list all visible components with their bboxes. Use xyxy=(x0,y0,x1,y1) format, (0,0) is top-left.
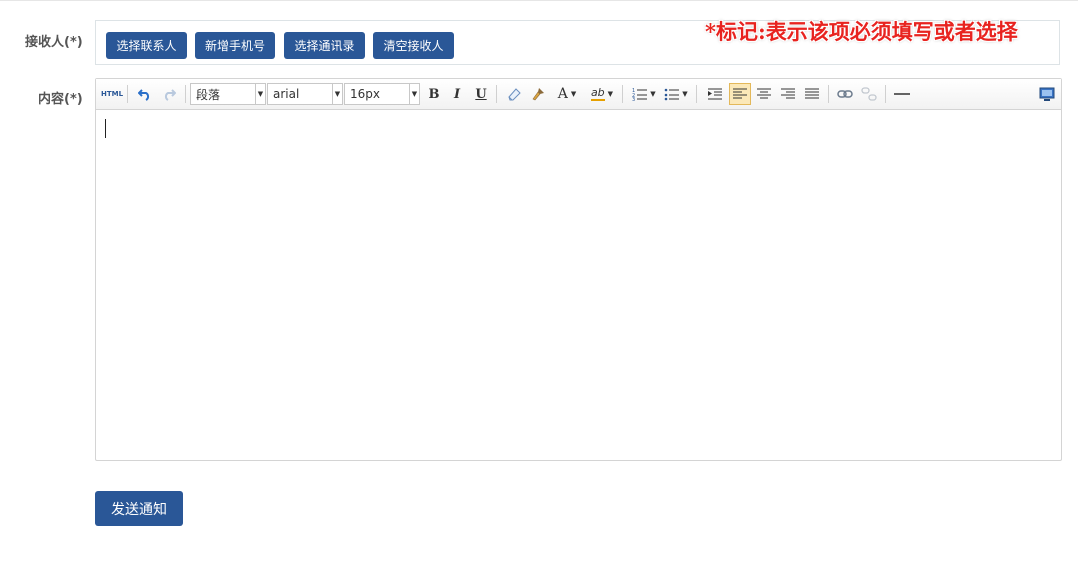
format-painter-icon[interactable] xyxy=(528,83,548,105)
toolbar-separator xyxy=(496,85,497,103)
align-justify-icon[interactable] xyxy=(802,83,822,105)
editor-content-area[interactable] xyxy=(96,110,1061,460)
select-contact-button[interactable]: 选择联系人 xyxy=(106,32,187,59)
redo-icon[interactable] xyxy=(159,83,179,105)
indent-icon[interactable] xyxy=(705,83,725,105)
horizontal-rule-icon[interactable] xyxy=(892,83,912,105)
rich-text-editor[interactable]: HTML 段落 ▼ arial ▼ 16px ▼ B I U A ▼ ab ▼ … xyxy=(95,78,1062,461)
top-divider xyxy=(0,0,1078,1)
bold-button[interactable]: B xyxy=(424,83,444,105)
align-left-button[interactable] xyxy=(729,83,751,105)
toolbar-separator xyxy=(696,85,697,103)
toolbar-separator xyxy=(127,85,128,103)
chevron-down-icon: ▼ xyxy=(682,90,688,98)
svg-text:3: 3 xyxy=(632,97,635,101)
html-source-button[interactable]: HTML xyxy=(101,83,123,105)
toolbar-separator xyxy=(885,85,886,103)
align-left-icon xyxy=(733,88,747,99)
unlink-icon[interactable] xyxy=(859,83,879,105)
font-size-select[interactable]: 16px ▼ xyxy=(344,83,420,105)
unordered-list-icon xyxy=(664,88,680,101)
font-color-label: A xyxy=(557,86,568,102)
add-phone-button[interactable]: 新增手机号 xyxy=(195,32,275,59)
chevron-down-icon: ▼ xyxy=(607,90,614,98)
align-center-icon[interactable] xyxy=(754,83,774,105)
recipient-label: 接收人(*) xyxy=(25,35,83,50)
chevron-down-icon: ▼ xyxy=(650,90,656,98)
chevron-down-icon: ▼ xyxy=(332,84,342,104)
font-color-button[interactable]: A ▼ xyxy=(552,83,582,105)
ordered-list-button[interactable]: 123 ▼ xyxy=(630,83,658,105)
required-note: *标记:表示该项必须填写或者选择 xyxy=(705,19,1018,44)
chevron-down-icon: ▼ xyxy=(570,90,577,98)
editor-toolbar: HTML 段落 ▼ arial ▼ 16px ▼ B I U A ▼ ab ▼ … xyxy=(96,79,1061,110)
font-family-select[interactable]: arial ▼ xyxy=(267,83,343,105)
toolbar-separator xyxy=(828,85,829,103)
clear-recipients-button[interactable]: 清空接收人 xyxy=(373,32,454,59)
align-right-icon[interactable] xyxy=(778,83,798,105)
paragraph-select[interactable]: 段落 ▼ xyxy=(190,83,266,105)
select-address-book-button[interactable]: 选择通讯录 xyxy=(284,32,365,59)
underline-button[interactable]: U xyxy=(471,83,491,105)
link-icon[interactable] xyxy=(835,83,855,105)
send-notification-button[interactable]: 发送通知 xyxy=(95,491,183,526)
italic-button[interactable]: I xyxy=(447,83,467,105)
ordered-list-icon: 123 xyxy=(632,88,648,101)
paragraph-select-value: 段落 xyxy=(196,87,221,102)
eraser-icon[interactable] xyxy=(504,83,524,105)
fullscreen-icon[interactable] xyxy=(1037,83,1057,105)
chevron-down-icon: ▼ xyxy=(255,84,265,104)
highlight-label: ab xyxy=(590,86,605,101)
unordered-list-button[interactable]: ▼ xyxy=(662,83,690,105)
font-family-select-value: arial xyxy=(273,87,300,101)
chevron-down-icon: ▼ xyxy=(409,84,419,104)
highlight-color-button[interactable]: ab ▼ xyxy=(586,83,618,105)
toolbar-separator xyxy=(622,85,623,103)
content-label: 内容(*) xyxy=(38,92,83,107)
toolbar-separator xyxy=(185,85,186,103)
font-size-select-value: 16px xyxy=(350,87,380,101)
undo-icon[interactable] xyxy=(135,83,155,105)
